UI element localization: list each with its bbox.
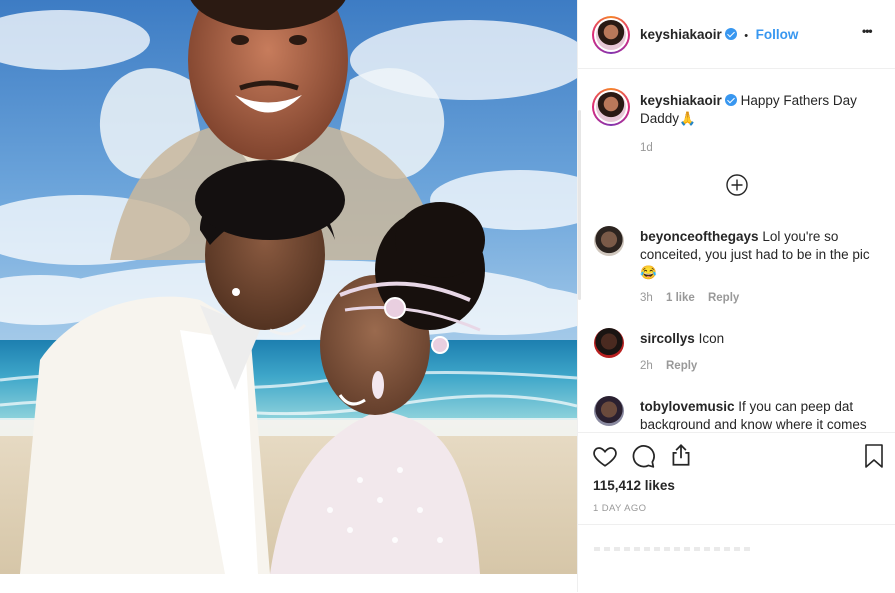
comment-avatar[interactable] — [594, 396, 624, 426]
plus-circle-icon[interactable] — [726, 174, 748, 196]
comment-time: 2h — [640, 360, 653, 372]
post-panel: keyshiakaoir • Follow ••• keyshiakaoir H… — [577, 0, 895, 592]
post-photo[interactable] — [0, 0, 577, 574]
comment-username[interactable]: sircollys — [640, 331, 695, 346]
caption-avatar-ring[interactable] — [592, 88, 630, 126]
comment-time: 3h — [640, 292, 653, 304]
dot-separator: • — [744, 30, 749, 42]
post-actions: 115,412 likes 1 DAY AGO — [578, 432, 895, 525]
comment-icon[interactable] — [630, 443, 656, 469]
more-options-icon[interactable]: ••• — [862, 24, 873, 38]
caption-avatar — [596, 92, 626, 122]
add-comment-bar[interactable] — [578, 524, 895, 593]
post-image — [0, 0, 577, 574]
reply-button[interactable]: Reply — [708, 292, 739, 304]
post-date: 1 DAY AGO — [593, 503, 647, 514]
comment-username[interactable]: beyonceofthegays — [640, 229, 759, 244]
add-comment-placeholder[interactable] — [594, 547, 754, 551]
reply-button[interactable]: Reply — [666, 360, 697, 372]
verified-badge-icon — [724, 94, 737, 106]
caption-username[interactable]: keyshiakaoir — [640, 93, 722, 108]
author-avatar — [596, 20, 626, 50]
likes-count[interactable]: 115,412 likes — [593, 478, 675, 493]
share-icon[interactable] — [668, 442, 694, 468]
scrollbar[interactable] — [578, 110, 581, 300]
comment-text: Icon — [698, 331, 725, 346]
comment-avatar[interactable] — [594, 226, 624, 256]
caption-time: 1d — [640, 142, 653, 154]
comment-avatar[interactable] — [594, 328, 624, 358]
author-username[interactable]: keyshiakaoir — [640, 27, 722, 42]
comment-username[interactable]: tobylovemusic — [640, 399, 735, 414]
heart-icon[interactable] — [592, 443, 618, 469]
bookmark-icon[interactable] — [862, 443, 886, 469]
follow-button[interactable]: Follow — [756, 27, 799, 42]
comment-likes[interactable]: 1 like — [666, 292, 695, 304]
comments-list[interactable]: keyshiakaoir Happy Fathers Day Daddy🙏 1d… — [578, 70, 895, 430]
author-avatar-ring[interactable] — [592, 16, 630, 54]
post-header: keyshiakaoir • Follow ••• — [578, 0, 895, 69]
verified-badge-icon — [724, 28, 737, 40]
